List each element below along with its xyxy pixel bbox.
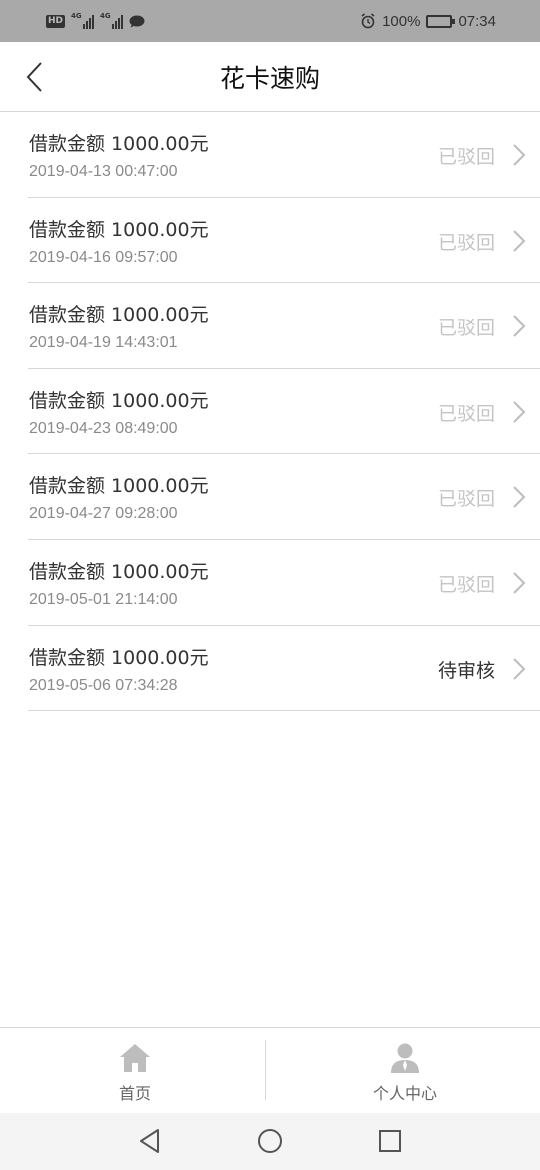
- status-label: 已驳回: [437, 573, 495, 596]
- list-item[interactable]: 借款金额 1000.00元 2019-04-16 09:57:00 已驳回: [28, 198, 540, 284]
- chevron-left-icon: [26, 62, 42, 92]
- system-navigation-bar: [0, 1113, 540, 1170]
- list-item[interactable]: 借款金额 1000.00元 2019-04-13 00:47:00 已驳回: [28, 112, 540, 198]
- list-item[interactable]: 借款金额 1000.00元 2019-05-06 07:34:28 待审核: [28, 626, 540, 712]
- chevron-right-icon: [513, 572, 526, 594]
- loan-date: 2019-05-06 07:34:28: [29, 676, 178, 694]
- loan-amount: 借款金额 1000.00元: [29, 218, 209, 241]
- back-button[interactable]: [14, 57, 54, 97]
- tab-home[interactable]: 首页: [0, 1028, 270, 1113]
- app-header: 花卡速购: [0, 42, 540, 112]
- loan-date: 2019-05-01 21:14:00: [29, 590, 178, 608]
- loan-list: 借款金额 1000.00元 2019-04-13 00:47:00 已驳回 借款…: [0, 112, 540, 712]
- loan-date: 2019-04-27 09:28:00: [29, 505, 178, 523]
- status-bar-left: HD 4G 4G: [46, 12, 145, 29]
- signal-icon: 4G: [100, 12, 124, 29]
- nav-home-icon[interactable]: [256, 1127, 284, 1155]
- chevron-right-icon: [513, 657, 526, 680]
- loan-amount: 借款金额 1000.00元: [29, 304, 209, 327]
- network-type-label: 4G: [71, 12, 82, 20]
- battery-icon: [426, 14, 456, 28]
- hd-badge: HD: [46, 14, 66, 28]
- loan-date: 2019-04-23 08:49:00: [29, 419, 178, 437]
- chevron-right-icon: [513, 486, 526, 509]
- status-bar: HD 4G 4G 100% 07:34: [0, 0, 540, 42]
- loan-amount: 借款金额 1000.00元: [29, 133, 209, 155]
- nav-back-icon[interactable]: [136, 1127, 164, 1155]
- loan-amount: 借款金额 1000.00元: [29, 646, 209, 669]
- loan-amount: 借款金额 1000.00元: [29, 475, 209, 498]
- list-item[interactable]: 借款金额 1000.00元 2019-04-27 09:28:00 已驳回: [28, 454, 540, 540]
- list-item[interactable]: 借款金额 1000.00元 2019-04-19 14:43:01 已驳回: [28, 283, 540, 369]
- status-label: 已驳回: [437, 488, 495, 511]
- status-bar-right: 100% 07:34: [360, 13, 496, 30]
- chevron-right-icon: [513, 144, 526, 166]
- loan-amount: 借款金额 1000.00元: [29, 389, 209, 412]
- tab-home-label: 首页: [118, 1084, 151, 1103]
- loan-amount: 借款金额 1000.00元: [29, 560, 209, 583]
- tab-profile-label: 个人中心: [372, 1084, 437, 1103]
- network-type-label: 4G: [100, 12, 111, 20]
- house-icon: [120, 1044, 150, 1072]
- loan-date: 2019-04-13 00:47:00: [29, 163, 178, 180]
- chevron-right-icon: [513, 315, 526, 337]
- chat-bubble-icon: [129, 15, 145, 27]
- signal-icon: 4G: [71, 12, 95, 29]
- chevron-right-icon: [513, 229, 526, 252]
- status-label: 已驳回: [437, 317, 495, 340]
- user-icon: [391, 1043, 419, 1073]
- clock: 07:34: [458, 12, 496, 30]
- page-title: 花卡速购: [219, 63, 320, 93]
- alarm-icon: [361, 13, 375, 29]
- loan-date: 2019-04-16 09:57:00: [29, 248, 178, 266]
- status-label: 已驳回: [437, 402, 495, 425]
- status-label: 待审核: [437, 659, 495, 682]
- loan-date: 2019-04-19 14:43:01: [29, 334, 178, 352]
- nav-recents-icon[interactable]: [376, 1127, 404, 1155]
- tab-profile[interactable]: 个人中心: [270, 1028, 540, 1113]
- list-item[interactable]: 借款金额 1000.00元 2019-04-23 08:49:00 已驳回: [28, 369, 540, 455]
- status-label: 已驳回: [437, 231, 495, 254]
- tab-divider: [265, 1040, 266, 1100]
- status-label: 已驳回: [437, 146, 495, 168]
- battery-percent: 100%: [382, 12, 421, 30]
- chevron-right-icon: [513, 401, 526, 423]
- list-item[interactable]: 借款金额 1000.00元 2019-05-01 21:14:00 已驳回: [28, 540, 540, 626]
- bottom-tab-bar: 首页 个人中心: [0, 1027, 540, 1113]
